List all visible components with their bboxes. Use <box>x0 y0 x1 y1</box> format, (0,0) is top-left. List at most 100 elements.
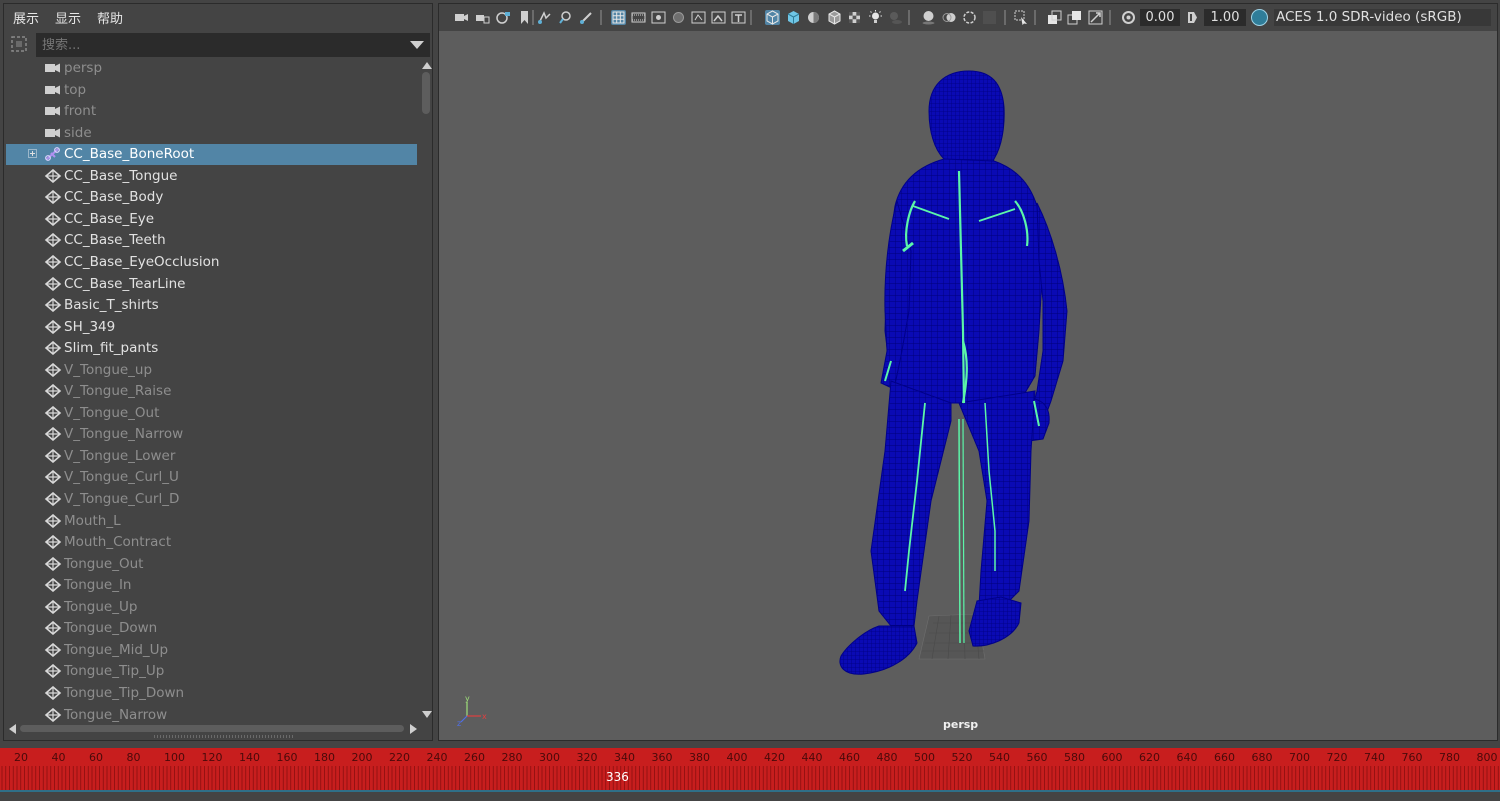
3d-viewport[interactable]: y x z <box>439 31 1497 740</box>
outliner-item[interactable]: Tongue_Tip_Up <box>6 661 417 682</box>
horizontal-scrollbar[interactable] <box>6 722 418 734</box>
multisample-aa-icon[interactable] <box>962 10 977 25</box>
outliner-item[interactable]: Slim_fit_pants <box>6 338 417 359</box>
scrollbar-thumb[interactable] <box>422 72 430 114</box>
outliner-item[interactable]: Tongue_Down <box>6 618 417 639</box>
outliner-item[interactable]: Tongue_Up <box>6 597 417 618</box>
current-frame-indicator[interactable]: 336 <box>606 770 629 784</box>
gate-mask-icon[interactable] <box>671 10 686 25</box>
2d-pan-zoom-icon[interactable] <box>558 10 573 25</box>
outliner-item[interactable]: Mouth_Contract <box>6 532 417 553</box>
smooth-shade-icon[interactable] <box>786 10 801 25</box>
safe-title-icon[interactable] <box>731 10 746 25</box>
outliner-item[interactable]: CC_Base_Eye <box>6 209 417 230</box>
scroll-left-icon[interactable] <box>9 724 16 734</box>
color-management-icon[interactable] <box>1251 9 1268 26</box>
outliner-item[interactable]: V_Tongue_Curl_U <box>6 467 417 488</box>
film-gate-icon[interactable] <box>631 10 646 25</box>
view-transform-field[interactable]: ACES 1.0 SDR-video (sRGB) <box>1274 9 1491 26</box>
lock-camera-icon[interactable] <box>475 10 490 25</box>
outliner-item[interactable]: Tongue_Out <box>6 554 417 575</box>
outliner-item[interactable]: side <box>6 123 417 144</box>
textured-icon[interactable] <box>847 10 862 25</box>
menu-show[interactable]: 显示 <box>55 8 81 27</box>
motion-blur-icon[interactable] <box>942 10 957 25</box>
select-camera-icon[interactable] <box>454 10 469 25</box>
scroll-down-icon[interactable] <box>422 711 432 718</box>
outliner-item[interactable]: CC_Base_Teeth <box>6 230 417 251</box>
outliner-item[interactable]: V_Tongue_up <box>6 360 417 381</box>
outliner-item[interactable]: Mouth_L <box>6 511 417 532</box>
exposure-field[interactable]: 0.00 <box>1140 9 1180 26</box>
vertical-scrollbar[interactable] <box>420 58 432 720</box>
camera-icon <box>45 85 60 95</box>
outliner-item[interactable]: V_Tongue_Narrow <box>6 424 417 445</box>
image-plane-icon[interactable] <box>537 10 552 25</box>
timeline-tick-label: 560 <box>1026 751 1048 764</box>
outliner-item[interactable]: Tongue_In <box>6 575 417 596</box>
grid-icon[interactable] <box>611 10 626 25</box>
menu-help[interactable]: 帮助 <box>97 8 123 27</box>
outliner-item[interactable]: CC_Base_BoneRoot <box>6 144 417 166</box>
search-options-icon[interactable] <box>10 35 28 53</box>
mesh-icon <box>44 470 62 485</box>
outliner-item[interactable]: Basic_T_shirts <box>6 295 417 316</box>
camera-attributes-icon[interactable] <box>496 10 511 25</box>
field-chart-icon[interactable] <box>691 10 706 25</box>
outliner-item[interactable]: CC_Base_Tongue <box>6 166 417 187</box>
outliner-item[interactable]: SH_349 <box>6 317 417 338</box>
timeline-tick-label: 360 <box>651 751 673 764</box>
chevron-down-icon[interactable] <box>410 41 424 49</box>
depth-of-field-icon[interactable] <box>982 10 997 25</box>
outliner-item[interactable]: CC_Base_EyeOcclusion <box>6 252 417 273</box>
outliner-item[interactable]: Tongue_Narrow <box>6 705 417 723</box>
mesh-icon <box>44 362 62 377</box>
scroll-up-icon[interactable] <box>422 62 432 69</box>
screen-space-ao-icon[interactable] <box>921 10 936 25</box>
isolate-select-icon[interactable] <box>1014 10 1029 25</box>
wireframe-on-shaded-icon[interactable] <box>827 10 842 25</box>
outliner-item[interactable]: persp <box>6 58 417 79</box>
mesh-icon <box>44 492 62 506</box>
outliner-item-label: Tongue_Narrow <box>64 706 168 723</box>
xray-icon[interactable] <box>1047 10 1062 25</box>
outliner-item-label: side <box>64 124 92 141</box>
outliner-item[interactable]: top <box>6 80 417 101</box>
search-input[interactable] <box>36 33 430 57</box>
outliner-item[interactable]: CC_Base_Body <box>6 187 417 208</box>
gamma-field[interactable]: 1.00 <box>1204 9 1246 26</box>
outliner-item[interactable]: Tongue_Mid_Up <box>6 640 417 661</box>
gamma-icon[interactable] <box>1185 10 1200 25</box>
timeline-tick-label: 800 <box>1476 751 1498 764</box>
wireframe-icon[interactable] <box>765 10 780 25</box>
use-all-lights-icon[interactable] <box>868 10 883 25</box>
xray-joints-icon[interactable] <box>1067 10 1082 25</box>
range-slider-strip[interactable] <box>0 790 1500 801</box>
svg-text:y: y <box>465 694 470 703</box>
resize-grip[interactable] <box>154 735 294 738</box>
menu-display[interactable]: 展示 <box>13 8 39 27</box>
timeline-tick-label: 640 <box>1176 751 1198 764</box>
outliner-item-label: V_Tongue_Narrow <box>64 426 184 443</box>
grease-pencil-icon[interactable] <box>579 10 594 25</box>
expand-icon[interactable] <box>28 149 37 159</box>
outliner-item[interactable]: V_Tongue_Curl_D <box>6 489 417 510</box>
shadows-icon[interactable] <box>888 10 903 25</box>
outliner-item[interactable]: V_Tongue_Out <box>6 403 417 424</box>
bookmark-icon[interactable] <box>517 10 532 25</box>
default-material-icon[interactable] <box>806 10 821 25</box>
character-mesh[interactable] <box>839 70 1068 675</box>
scroll-right-icon[interactable] <box>410 724 417 734</box>
time-slider[interactable]: 20 40 60 80 100 120 140 160 180 200 220 240 260 280 30… <box>0 748 1500 790</box>
outliner-item[interactable]: CC_Base_TearLine <box>6 274 417 295</box>
xray-active-components-icon[interactable] <box>1088 10 1103 25</box>
mesh-icon <box>44 513 62 528</box>
safe-action-icon[interactable] <box>711 10 726 25</box>
outliner-item[interactable]: V_Tongue_Raise <box>6 381 417 402</box>
outliner-item[interactable]: front <box>6 101 417 122</box>
scrollbar-thumb[interactable] <box>20 725 404 732</box>
outliner-item[interactable]: Tongue_Tip_Down <box>6 683 417 704</box>
exposure-icon[interactable] <box>1121 10 1136 25</box>
outliner-item[interactable]: V_Tongue_Lower <box>6 446 417 467</box>
resolution-gate-icon[interactable] <box>651 10 666 25</box>
